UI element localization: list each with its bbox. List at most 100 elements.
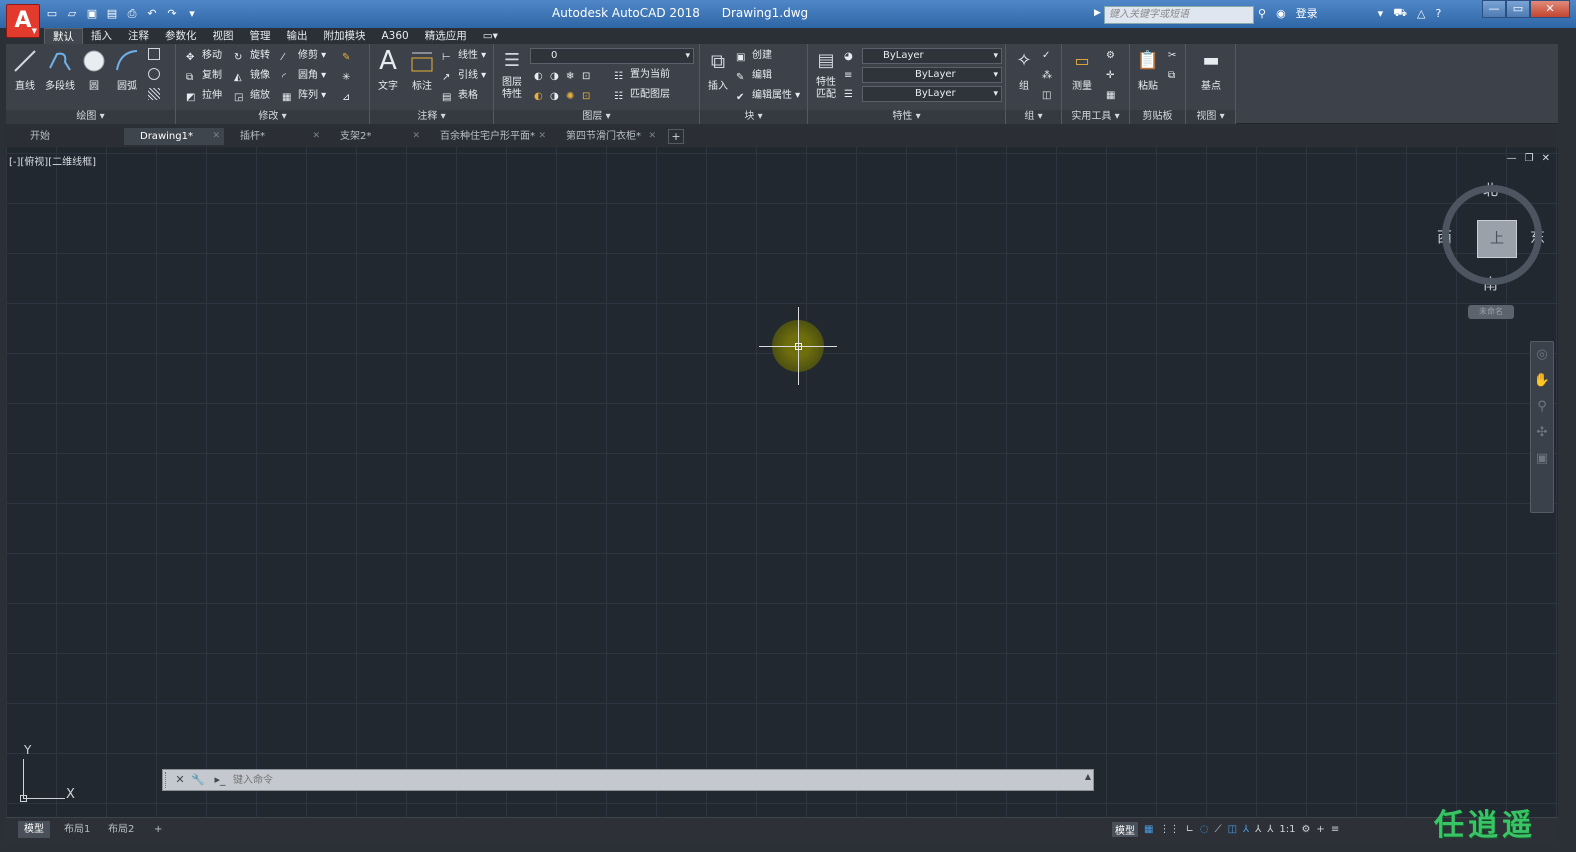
layout-tab-model[interactable]: 模型: [18, 821, 50, 838]
qat-menu-icon[interactable]: ▾: [184, 6, 200, 22]
binoculars-icon[interactable]: ⚲: [1258, 7, 1266, 20]
color-dropdown[interactable]: ByLayer: [862, 48, 1002, 64]
layout-tab-2[interactable]: 布局2: [102, 821, 140, 838]
snap-icon[interactable]: ⋮⋮: [1159, 824, 1179, 835]
leader-tool[interactable]: ↗ 引线 ▾: [442, 67, 486, 85]
steering-wheel-icon[interactable]: ◎: [1531, 342, 1553, 368]
measure-tool[interactable]: ▭ 测量: [1066, 48, 1098, 92]
panel-properties-label[interactable]: 特性 ▾: [808, 110, 1005, 124]
point-icon[interactable]: ✛: [1106, 67, 1114, 85]
redo-icon[interactable]: ↷: [164, 6, 180, 22]
edit-block-tool[interactable]: ✎ 编辑: [736, 67, 772, 85]
panel-modify-label[interactable]: 修改 ▾: [176, 110, 369, 124]
tab-insert[interactable]: 插入: [83, 28, 120, 44]
calculator-icon[interactable]: ▦: [1106, 87, 1115, 105]
annotation-visibility-icon[interactable]: ⅄: [1243, 824, 1249, 835]
tab-manage[interactable]: 管理: [242, 28, 279, 44]
application-menu-button[interactable]: A ▼: [6, 4, 40, 38]
viewport-minimize-icon[interactable]: —: [1507, 153, 1517, 164]
layout-tab-1[interactable]: 布局1: [58, 821, 96, 838]
match-properties-tool[interactable]: ▤ 特性匹配: [810, 48, 842, 101]
close-icon[interactable]: ✕: [173, 772, 187, 788]
chevron-up-icon[interactable]: ▲: [1085, 772, 1091, 781]
tab-annotate[interactable]: 注释: [120, 28, 157, 44]
group-edit-icon[interactable]: ⁂: [1042, 67, 1052, 85]
copy-clip-icon[interactable]: ⧉: [1168, 67, 1175, 85]
pan-icon[interactable]: ✋: [1531, 368, 1553, 394]
help-icon[interactable]: ?: [1436, 7, 1442, 20]
group-select-icon[interactable]: ◫: [1042, 87, 1051, 105]
wcs-menu[interactable]: 未命名: [1468, 305, 1514, 319]
file-tab-4[interactable]: 百余种住宅户形平面* ✕: [424, 128, 550, 145]
command-line-grip[interactable]: [165, 772, 169, 788]
close-icon[interactable]: ✕: [648, 128, 656, 145]
stretch-tool[interactable]: ◩ 拉伸: [186, 87, 222, 105]
arc-tool[interactable]: 圆弧: [111, 48, 143, 92]
panel-view-label[interactable]: 视图 ▾: [1186, 110, 1235, 124]
panel-draw-label[interactable]: 绘图 ▾: [6, 110, 175, 124]
linear-dim-tool[interactable]: ⊢ 线性 ▾: [442, 47, 486, 65]
annotation-scale-icon[interactable]: ⅄: [1267, 824, 1273, 835]
file-tab-5[interactable]: 第四节滑门衣柜* ✕: [550, 128, 660, 145]
create-block-tool[interactable]: ▣ 创建: [736, 47, 772, 65]
move-tool[interactable]: ✥ 移动: [186, 47, 222, 65]
tab-a360[interactable]: A360: [374, 28, 417, 44]
line-tool[interactable]: 直线: [9, 48, 41, 92]
close-button[interactable]: ✕: [1530, 0, 1570, 18]
viewcube[interactable]: 上: [1442, 185, 1542, 285]
quick-select-icon[interactable]: ⚙: [1106, 47, 1115, 65]
base-point-tool[interactable]: ▬ 基点: [1195, 48, 1227, 92]
close-icon[interactable]: ✕: [538, 128, 546, 145]
panel-clipboard-label[interactable]: 剪贴板: [1130, 110, 1185, 124]
erase-tool[interactable]: ✎: [342, 47, 358, 65]
tab-output[interactable]: 输出: [279, 28, 316, 44]
viewcube-top-face[interactable]: 上: [1477, 220, 1517, 258]
tab-view[interactable]: 视图: [205, 28, 242, 44]
panel-annotation-label[interactable]: 注释 ▾: [370, 110, 493, 124]
hatch-tool[interactable]: [148, 87, 164, 105]
undo-icon[interactable]: ↶: [144, 6, 160, 22]
isodraft-icon[interactable]: ⟋: [1215, 824, 1222, 835]
layer-tools-row2[interactable]: ◐ ◑ ✺ ⊡: [534, 86, 598, 104]
set-current-tool[interactable]: ☷ 置为当前: [614, 66, 670, 84]
tab-featured-apps[interactable]: 精选应用: [417, 28, 475, 44]
lineweight-dropdown[interactable]: ByLayer: [862, 86, 1002, 102]
new-tab-button[interactable]: +: [668, 129, 684, 144]
layer-tools-row1[interactable]: ◐ ◑ ❄ ⊡: [534, 66, 598, 84]
panel-groups-label[interactable]: 组 ▾: [1006, 110, 1061, 124]
array-tool[interactable]: ▦ 阵列 ▾: [282, 87, 326, 105]
orbit-icon[interactable]: ✣: [1531, 420, 1553, 446]
chevron-down-icon[interactable]: ▾: [1378, 7, 1384, 20]
panel-layers-label[interactable]: 图层 ▾: [494, 110, 699, 124]
auto-scale-icon[interactable]: ⅄: [1255, 824, 1261, 835]
file-tab-drawing1[interactable]: Drawing1* ✕: [124, 128, 224, 145]
customize-icon[interactable]: ≡: [1331, 824, 1339, 835]
match-layer-tool[interactable]: ☷ 匹配图层: [614, 86, 670, 104]
linetype-dropdown[interactable]: ByLayer: [862, 67, 1002, 83]
workspace-gear-icon[interactable]: ⚙: [1301, 824, 1310, 835]
save-icon[interactable]: ▣: [84, 6, 100, 22]
tab-addins[interactable]: 附加模块: [316, 28, 374, 44]
viewport-label[interactable]: [-][俯视][二维线框]: [9, 153, 96, 168]
file-tab-2[interactable]: 插杆* ✕: [224, 128, 324, 145]
table-tool[interactable]: ▤ 表格: [442, 87, 478, 105]
copy-tool[interactable]: ⧉ 复制: [186, 67, 222, 85]
rectangle-tool[interactable]: [148, 47, 164, 65]
open-file-icon[interactable]: ▱: [64, 6, 80, 22]
zoom-icon[interactable]: ⚲: [1531, 394, 1553, 420]
viewport-close-icon[interactable]: ✕: [1542, 153, 1550, 164]
explode-tool[interactable]: ✳: [342, 67, 358, 85]
polyline-tool[interactable]: 多段线: [42, 48, 78, 92]
ellipse-tool[interactable]: [148, 67, 164, 85]
grid-icon[interactable]: ▦: [1144, 824, 1153, 835]
group-tool[interactable]: ✧ 组: [1008, 48, 1040, 92]
command-prompt-icon[interactable]: ▸_: [211, 772, 229, 788]
paste-tool[interactable]: 📋 粘贴: [1132, 48, 1164, 92]
scale-tool[interactable]: ◲ 缩放: [234, 87, 270, 105]
rotate-tool[interactable]: ↻ 旋转: [234, 47, 270, 65]
file-tab-start[interactable]: 开始: [14, 128, 124, 145]
drawing-canvas[interactable]: [-][俯视][二维线框] — ❐ ✕ 北 南 东 西 上 未命名 ◎ ✋ ⚲ …: [6, 147, 1558, 817]
save-as-icon[interactable]: ▤: [104, 6, 120, 22]
command-input[interactable]: [233, 772, 1063, 788]
wrench-icon[interactable]: 🔧: [191, 772, 205, 788]
